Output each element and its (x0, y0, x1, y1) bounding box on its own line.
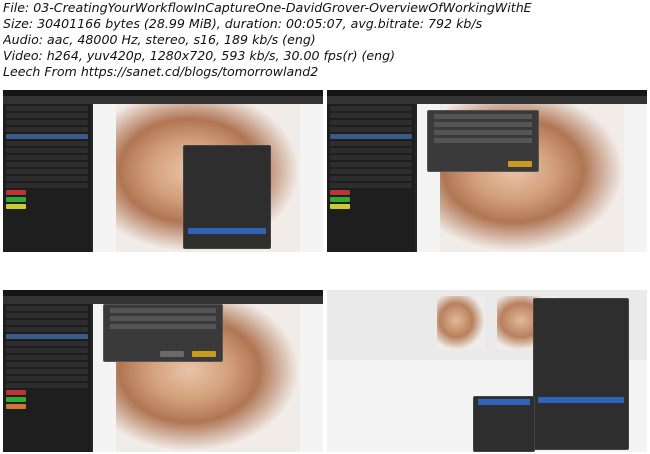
ok-button[interactable] (192, 351, 216, 357)
library-sidebar[interactable] (3, 104, 91, 252)
frame-4 (327, 290, 647, 452)
frame-1: Capture One 20 (3, 90, 323, 252)
size-line: Size: 30401166 bytes (28.99 MiB), durati… (3, 16, 483, 31)
frame-3: Capture One 20 (3, 290, 323, 452)
open-with-submenu[interactable] (473, 396, 535, 452)
frame-2: Capture One 20 (327, 90, 647, 252)
context-menu[interactable] (533, 298, 629, 450)
leech-line: Leech From https://sanet.cd/blogs/tomorr… (3, 64, 319, 79)
process-dialog[interactable] (103, 304, 223, 362)
open-with-dialog[interactable] (427, 110, 539, 172)
toolbar (327, 96, 647, 109)
ok-button[interactable] (508, 161, 532, 167)
toolbar (3, 96, 323, 109)
video-line: Video: h264, yuv420p, 1280x720, 593 kb/s… (3, 48, 396, 63)
context-menu[interactable] (183, 145, 271, 249)
audio-line: Audio: aac, 48000 Hz, stereo, s16, 189 k… (3, 32, 316, 47)
toolbar (3, 296, 323, 309)
library-sidebar[interactable] (3, 304, 91, 452)
cancel-button[interactable] (160, 351, 184, 357)
thumbnail[interactable] (437, 296, 485, 350)
video-info-header: File: 03-CreatingYourWorkflowInCaptureOn… (3, 0, 649, 80)
file-line: File: 03-CreatingYourWorkflowInCaptureOn… (3, 0, 532, 15)
library-sidebar[interactable] (327, 104, 415, 252)
